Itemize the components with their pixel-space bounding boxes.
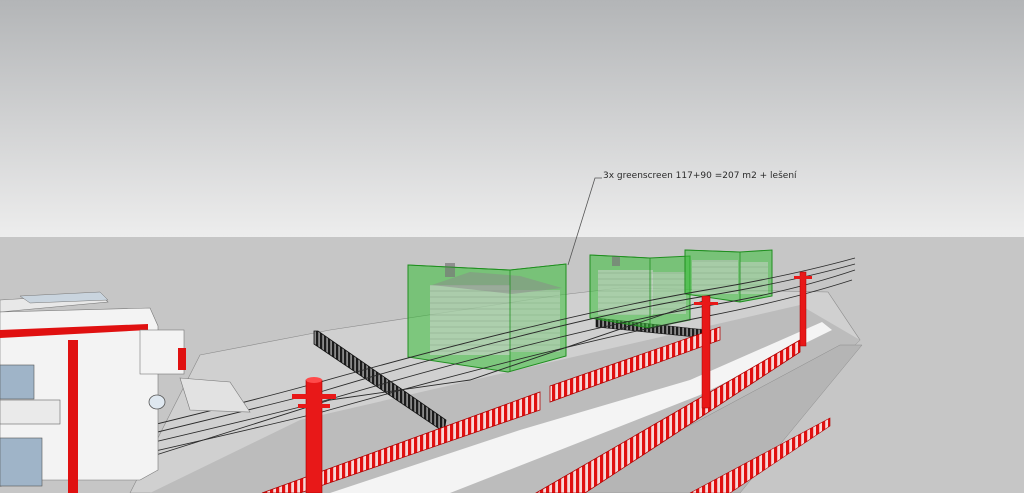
annotation-label: 3x greenscreen 117+90 =207 m2 + lešení [603, 171, 797, 181]
sketchup-viewport: 3x greenscreen 117+90 =207 m2 + lešení [0, 0, 1024, 493]
sky [0, 0, 1024, 237]
greenscreen-box [589, 254, 691, 329]
scene-canvas [0, 0, 1024, 493]
greenscreen-box [684, 249, 773, 303]
